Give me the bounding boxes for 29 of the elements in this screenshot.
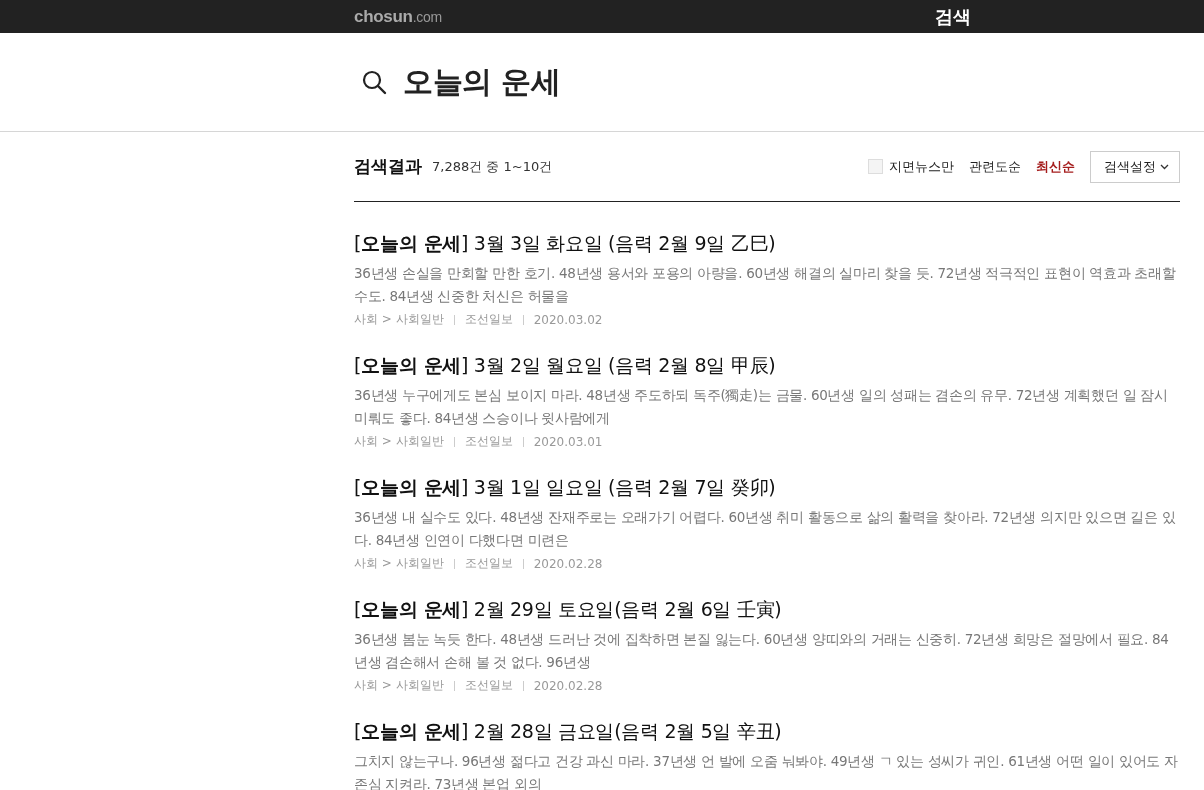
checkbox[interactable] [868, 159, 883, 174]
chevron-down-icon [1160, 163, 1169, 170]
result-source: 조선일보 [464, 677, 513, 694]
result-snippet: 36년생 누구에게도 본심 보이지 마라. 48년생 주도하되 독주(獨走)는 금물. 60년생 일의 성패는 겸손의 유무. 72년생 계획했던 일 잠시 미뤄도 좋다. 84년생 스승이나 윗사람에게 [354, 386, 1169, 428]
result-snippet: 36년생 봄눈 녹듯 한다. 48년생 드러난 것에 집착하면 본질 잃는다. 60년생 양띠와의 거래는 신중히. 72년생 희망은 절망에서 필요. 84년생 겸손해서 손해 볼 것 없다. 96년생 [354, 630, 1170, 672]
site-logo[interactable]: chosun.com [354, 6, 442, 27]
search-icon[interactable] [362, 69, 387, 95]
result-snippet: 36년생 내 실수도 있다. 48년생 잔재주로는 오래가기 어렵다. 60년생 취미 활동으로 삶의 활력을 찾아라. 72년생 의지만 있으면 길은 있다. 84년생 인연이 다했다면 미련은 [354, 508, 1177, 550]
result-title[interactable]: [오늘의 운세] 3월 2일 월요일 (음력 2월 8일 甲辰) [354, 353, 1180, 379]
result-count: 7,288건 중 1~10건 [432, 157, 553, 176]
results-heading: 검색결과 [354, 155, 422, 178]
result-snippet: 36년생 손실을 만회할 만한 호기. 48년생 용서와 포용의 아량을. 60년생 해결의 실마리 찾을 듯. 72년생 적극적인 표현이 역효과 초래할 수도. 84년생 신중한 처신은 허물을 [354, 264, 1177, 306]
search-query: 오늘의 운세 [403, 62, 561, 101]
checkbox-label[interactable]: 지면뉴스만 [889, 157, 954, 176]
page-title: 검색 [935, 4, 972, 29]
result-source: 조선일보 [464, 555, 513, 572]
result-date: 2020.03.02 [533, 312, 603, 327]
result-date: 2020.02.28 [533, 556, 603, 571]
result-title[interactable]: [오늘의 운세] 2월 28일 금요일(음력 2월 5일 辛丑) [354, 719, 1180, 745]
result-date: 2020.02.28 [533, 678, 603, 693]
sort-option[interactable]: 최신순 [1036, 157, 1075, 176]
result-title[interactable]: [오늘의 운세] 3월 3일 화요일 (음력 2월 9일 乙巳) [354, 231, 1180, 257]
result-source: 조선일보 [464, 311, 513, 328]
sort-option[interactable]: 관련도순 [969, 157, 1021, 176]
result-title[interactable]: [오늘의 운세] 3월 1일 일요일 (음력 2월 7일 癸卯) [354, 475, 1180, 501]
result-source: 조선일보 [464, 433, 513, 450]
result-title[interactable]: [오늘의 운세] 2월 29일 토요일(음력 2월 6일 壬寅) [354, 597, 1180, 623]
search-settings-button[interactable]: 검색설정 [1090, 150, 1180, 183]
result-date: 2020.03.01 [533, 434, 603, 449]
